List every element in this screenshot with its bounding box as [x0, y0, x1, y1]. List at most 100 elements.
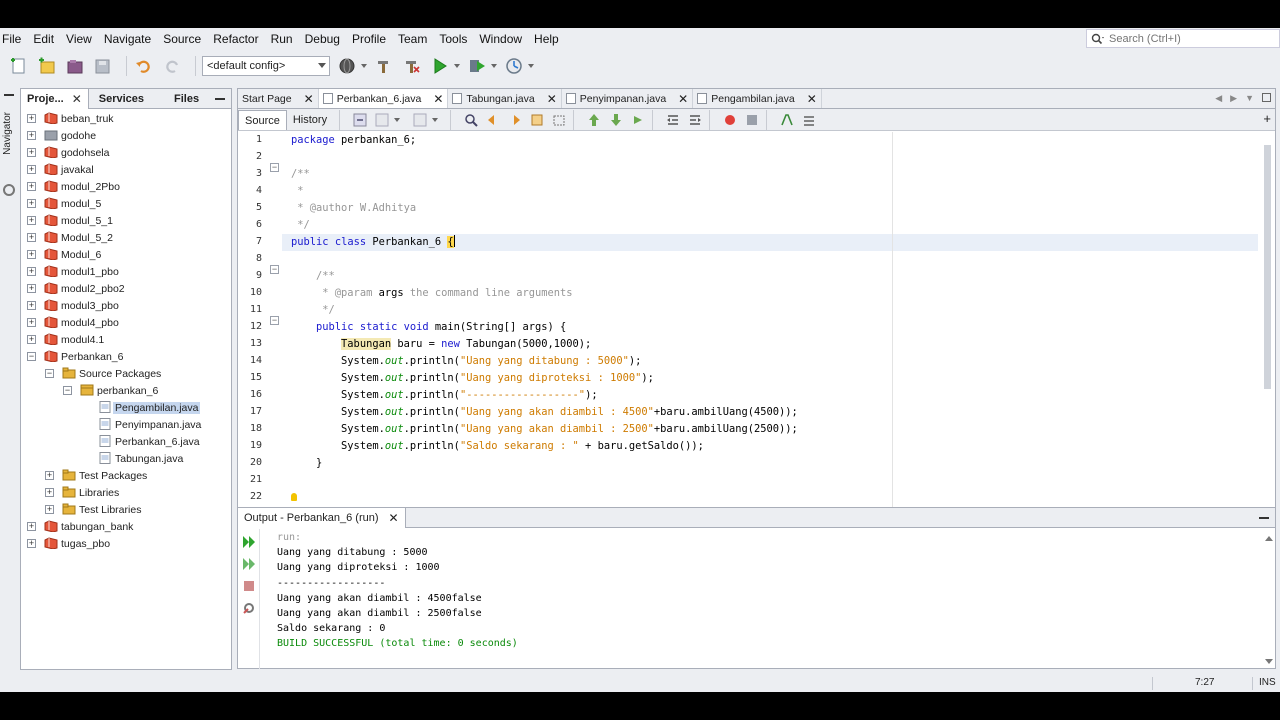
collapse-icon[interactable]: − — [27, 352, 36, 361]
chevron-down-icon[interactable] — [394, 117, 401, 122]
build-hammer-icon[interactable] — [373, 55, 395, 77]
config-select[interactable]: <default config> — [202, 56, 330, 76]
editor-scrollbar[interactable] — [1262, 135, 1273, 525]
find-previous-icon[interactable] — [485, 113, 501, 127]
expand-icon[interactable]: + — [27, 318, 36, 327]
expand-icon[interactable]: + — [27, 267, 36, 276]
expand-icon[interactable]: + — [27, 335, 36, 344]
output-scrollbar[interactable] — [1264, 536, 1273, 664]
menu-tools[interactable]: Tools — [433, 28, 473, 50]
find-next-icon[interactable] — [507, 113, 523, 127]
expand-icon[interactable]: + — [27, 301, 36, 310]
tree-item[interactable]: − perbankan_6 — [21, 382, 231, 399]
toggle-bookmark-icon[interactable] — [630, 113, 646, 127]
next-bookmark-icon[interactable] — [608, 113, 624, 127]
globe-icon[interactable] — [336, 55, 358, 77]
expand-icon[interactable]: + — [27, 114, 36, 123]
menu-source[interactable]: Source — [157, 28, 207, 50]
tab-list-icon[interactable]: ▼ — [1245, 93, 1254, 104]
menu-navigate[interactable]: Navigate — [98, 28, 157, 50]
rerun-different-icon[interactable] — [241, 557, 257, 571]
tree-item[interactable]: + Libraries — [21, 484, 231, 501]
menu-window[interactable]: Window — [473, 28, 528, 50]
tree-item[interactable]: + Test Libraries — [21, 501, 231, 518]
start-macro-icon[interactable] — [722, 113, 738, 127]
tree-item[interactable]: + godohsela — [21, 144, 231, 161]
new-project-icon[interactable] — [36, 55, 58, 77]
fold-toggle[interactable]: − — [270, 163, 279, 172]
tree-item[interactable]: + beban_truk — [21, 110, 231, 127]
tab-scroll-right-icon[interactable]: ▶ — [1230, 93, 1237, 104]
expand-icon[interactable]: + — [27, 199, 36, 208]
menu-run[interactable]: Run — [265, 28, 299, 50]
minimize-icon[interactable] — [215, 98, 225, 100]
menu-help[interactable]: Help — [528, 28, 565, 50]
prev-bookmark-icon[interactable] — [586, 113, 602, 127]
fold-toggle[interactable]: − — [270, 316, 279, 325]
expand-icon[interactable]: + — [27, 165, 36, 174]
tab-output[interactable]: Output - Perbankan_6 (run) ✕ — [238, 507, 406, 528]
stop-icon[interactable] — [241, 579, 257, 593]
chevron-down-icon[interactable] — [432, 117, 439, 122]
collapse-icon[interactable]: − — [63, 386, 72, 395]
tree-item[interactable]: + javakal — [21, 161, 231, 178]
close-icon[interactable]: ✕ — [304, 92, 314, 106]
back-icon[interactable] — [352, 113, 368, 127]
menu-debug[interactable]: Debug — [299, 28, 346, 50]
rectangular-select-icon[interactable] — [551, 113, 567, 127]
menu-team[interactable]: Team — [392, 28, 433, 50]
expand-icon[interactable]: + — [27, 182, 36, 191]
menu-view[interactable]: View — [60, 28, 98, 50]
history-button[interactable]: History — [287, 110, 333, 130]
chevron-down-icon[interactable] — [491, 64, 497, 68]
menu-file[interactable]: File — [0, 28, 27, 50]
rerun-icon[interactable] — [241, 535, 257, 549]
close-icon[interactable]: ✕ — [72, 89, 82, 109]
comment-icon[interactable] — [779, 113, 795, 127]
forward-icon[interactable] — [374, 113, 390, 127]
undo-icon[interactable] — [133, 55, 155, 77]
expand-icon[interactable]: + — [45, 505, 54, 514]
last-edit-icon[interactable] — [412, 113, 428, 127]
expand-icon[interactable]: + — [27, 233, 36, 242]
stop-macro-icon[interactable] — [744, 113, 760, 127]
source-button[interactable]: Source — [238, 109, 287, 130]
tree-item[interactable]: + modul4_pbo — [21, 314, 231, 331]
navigator-tab[interactable]: Navigator — [2, 112, 13, 155]
expand-icon[interactable]: + — [27, 148, 36, 157]
tree-item[interactable]: Pengambilan.java — [21, 399, 231, 416]
tree-item[interactable]: + Modul_5_2 — [21, 229, 231, 246]
clean-build-icon[interactable] — [401, 55, 423, 77]
find-icon[interactable] — [463, 113, 479, 127]
menu-edit[interactable]: Edit — [27, 28, 60, 50]
new-file-icon[interactable] — [8, 55, 30, 77]
editor-tab[interactable]: Tabungan.java ✕ — [448, 89, 562, 108]
tree-item[interactable]: − Source Packages — [21, 365, 231, 382]
menu-refactor[interactable]: Refactor — [207, 28, 264, 50]
tab-services[interactable]: Services — [93, 89, 150, 109]
expand-icon[interactable]: + — [27, 131, 36, 140]
collapse-icon[interactable]: − — [45, 369, 54, 378]
close-icon[interactable]: ✕ — [678, 92, 688, 106]
tree-item[interactable]: − Perbankan_6 — [21, 348, 231, 365]
debug-icon[interactable] — [466, 55, 488, 77]
shift-left-icon[interactable] — [665, 113, 681, 127]
tree-item[interactable]: + modul4.1 — [21, 331, 231, 348]
toggle-highlight-icon[interactable] — [529, 113, 545, 127]
profile-icon[interactable] — [503, 55, 525, 77]
expand-icon[interactable]: + — [27, 522, 36, 531]
expand-icon[interactable]: + — [27, 216, 36, 225]
expand-icon[interactable]: + — [27, 250, 36, 259]
chevron-down-icon[interactable] — [528, 64, 534, 68]
open-project-icon[interactable] — [64, 55, 86, 77]
close-icon[interactable]: ✕ — [433, 92, 443, 106]
tree-item[interactable]: Penyimpanan.java — [21, 416, 231, 433]
scroll-down-icon[interactable] — [1265, 659, 1273, 664]
editor-tab[interactable]: Perbankan_6.java ✕ — [318, 89, 449, 108]
expand-icon[interactable]: + — [27, 284, 36, 293]
split-editor-icon[interactable]: + — [1263, 112, 1271, 125]
chevron-down-icon[interactable] — [454, 64, 460, 68]
settings-icon[interactable] — [241, 601, 257, 615]
tree-item[interactable]: + modul_2Pbo — [21, 178, 231, 195]
tree-item[interactable]: + Modul_6 — [21, 246, 231, 263]
